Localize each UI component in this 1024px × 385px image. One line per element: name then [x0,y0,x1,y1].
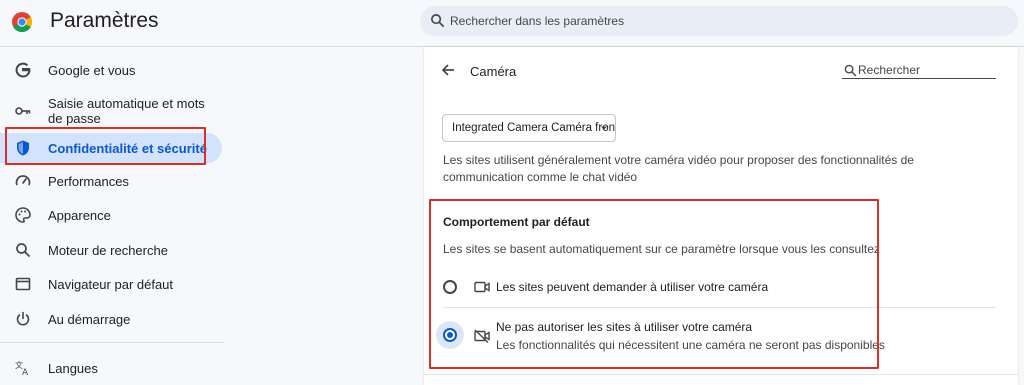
palette-icon [15,207,31,223]
page-title: Caméra [470,64,517,79]
camera-device-select[interactable]: Integrated Camera Caméra fron [442,114,616,142]
panel-search-underline [842,78,996,79]
sidebar-item-label: Apparence [48,208,111,223]
sidebar-item-label: Moteur de recherche [48,243,168,258]
sidebar-divider [0,342,224,343]
google-g-icon [15,62,31,78]
camera-select-value: Integrated Camera Caméra fron [452,122,615,134]
sidebar-item-search-engine[interactable]: Moteur de recherche [0,237,222,263]
panel-search-input[interactable]: Rechercher [858,63,920,77]
camera-description: Les sites utilisent généralement votre c… [443,153,914,184]
sidebar-item-label: Google et vous [48,63,136,78]
app-title: Paramètres [50,9,159,32]
sidebar-item-performance[interactable]: Performances [0,168,222,194]
power-icon [16,311,30,326]
sidebar-item-label: Saisie automatique et mots de passe [48,96,205,126]
sidebar-item-default-browser[interactable]: Navigateur par défaut [0,271,222,297]
key-icon [15,107,31,115]
sidebar-item-google[interactable]: Google et vous [0,57,222,83]
sidebar-item-label: Au démarrage [48,312,131,327]
annotation-highlight-box [429,199,879,369]
chrome-logo-icon [12,12,32,32]
search-icon [844,64,857,77]
sidebar-item-languages[interactable]: 文 A Langues [0,355,222,381]
sidebar-item-on-startup[interactable]: Au démarrage [0,306,222,332]
sidebar-item-label: Langues [48,361,98,376]
search-icon [16,243,30,257]
panel-section-divider [424,374,1018,375]
translate-icon: 文 A [15,360,29,377]
search-input[interactable]: Rechercher dans les paramètres [450,14,624,28]
settings-search-bar[interactable]: Rechercher dans les paramètres [420,6,1018,36]
chevron-down-icon [601,126,607,130]
back-arrow-icon[interactable] [440,62,456,78]
sidebar: Google et vous Saisie automatique et mot… [0,47,224,385]
sidebar-item-label: Navigateur par défaut [48,277,174,292]
sidebar-item-appearance[interactable]: Apparence [0,202,222,228]
annotation-highlight-box [5,127,206,165]
sidebar-item-label: Performances [48,174,129,189]
svg-text:A: A [22,368,29,377]
sidebar-item-autofill[interactable]: Saisie automatique et mots de passe [0,91,222,131]
search-icon [431,14,444,27]
browser-window-icon [15,277,31,291]
speedometer-icon [15,175,31,186]
top-bar: Paramètres Rechercher dans les paramètre… [0,0,1024,46]
